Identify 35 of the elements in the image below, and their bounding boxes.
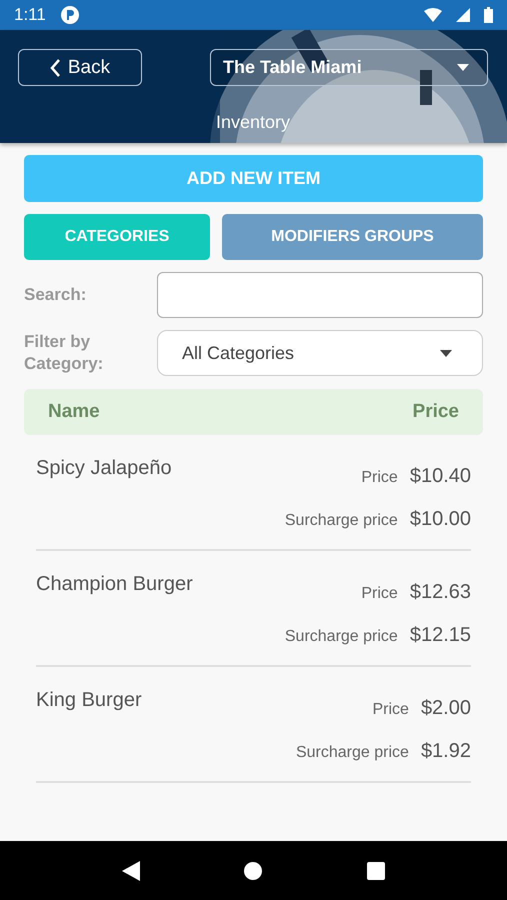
back-nav-icon[interactable]: [122, 860, 140, 880]
app-notification-icon: [60, 5, 80, 25]
back-button[interactable]: Back: [18, 49, 142, 86]
surcharge-value: $1.92: [420, 740, 471, 763]
surcharge-value: $12.15: [410, 624, 471, 647]
caret-icon: [440, 350, 452, 356]
surcharge-label: Surcharge price: [296, 744, 409, 762]
tab[interactable]: MODIFIERS GROUPS: [222, 214, 483, 260]
surcharge-value: $10.00: [410, 508, 471, 531]
search-field[interactable]: [157, 272, 483, 318]
item-name: King Burger: [36, 689, 142, 713]
search-label: Search:: [24, 284, 88, 306]
price-value: $10.40: [410, 465, 471, 488]
column-header: Price: [412, 401, 459, 423]
item-name: Champion Burger: [36, 573, 193, 597]
column-header: Name: [48, 401, 100, 423]
filter-label: Filter by Category:: [24, 331, 104, 375]
surcharge-label: Surcharge price: [284, 628, 398, 646]
wifi-icon: [424, 8, 442, 22]
price-value: $12.63: [410, 581, 471, 604]
price-label: Price: [361, 469, 398, 487]
price-label: Price: [372, 701, 409, 719]
status-time: 1:11: [14, 5, 46, 25]
price-label: Price: [361, 585, 398, 603]
tab[interactable]: CATEGORIES: [24, 214, 210, 260]
category-dropdown[interactable]: All Categories: [157, 330, 483, 376]
price-value: $2.00: [420, 697, 471, 720]
recents-nav-icon[interactable]: [366, 862, 385, 880]
signal-icon: [456, 8, 470, 22]
chevron-left-icon: [50, 58, 60, 76]
item-name: Spicy Jalapeño: [36, 457, 172, 481]
battery-icon: [484, 7, 493, 23]
home-nav-icon[interactable]: [244, 862, 262, 880]
add-item-button[interactable]: ADD NEW ITEM: [24, 155, 483, 202]
surcharge-label: Surcharge price: [284, 512, 398, 530]
